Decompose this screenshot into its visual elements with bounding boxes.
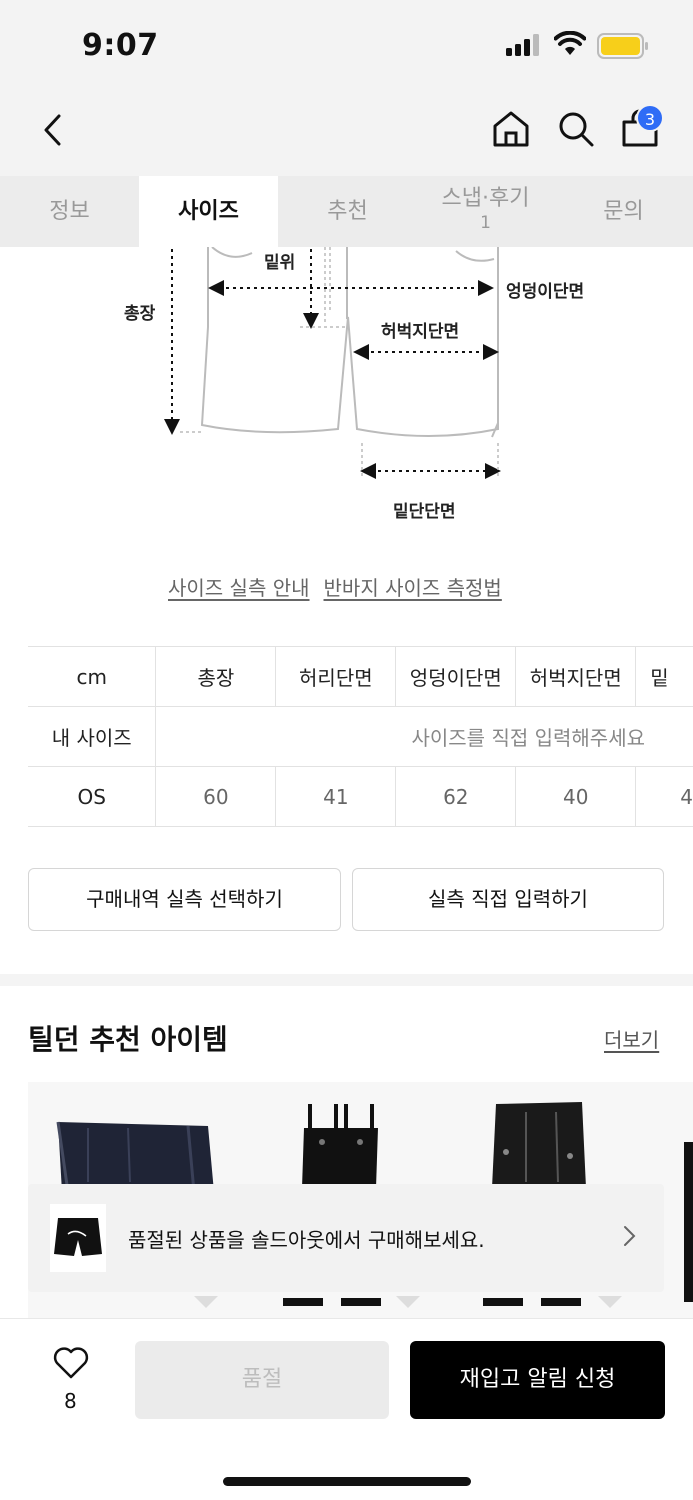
product-tabs: 정보 사이즈 추천 스냅·후기 1 문의 <box>0 176 693 247</box>
unit-header: cm <box>28 646 157 707</box>
label-rise: 밑위 <box>264 253 296 273</box>
soldout-banner[interactable]: 품절된 상품을 솔드아웃에서 구매해보세요. <box>28 1184 664 1292</box>
status-bar: 9:07 <box>0 0 693 90</box>
size-guide-links: 사이즈 실측 안내 반바지 사이즈 측정법 <box>168 572 502 601</box>
battery-icon <box>597 33 648 59</box>
product-image <box>684 1142 693 1302</box>
wifi-icon <box>554 31 586 55</box>
size-value: 62 <box>395 766 517 827</box>
column-header: 밑 <box>635 646 693 707</box>
cellular-signal-icon <box>506 34 539 56</box>
select-purchase-history-button[interactable]: 구매내역 실측 선택하기 <box>28 868 341 931</box>
top-nav: 3 <box>0 90 693 176</box>
heart-icon[interactable] <box>52 1345 90 1381</box>
my-size-row: 내 사이즈 사이즈를 직접 입력해주세요 <box>28 706 693 767</box>
product-image <box>194 1296 622 1308</box>
label-thigh: 허벅지단면 <box>381 322 460 342</box>
column-header: 엉덩이단면 <box>395 646 517 707</box>
size-diagram: 총장 밑위 엉덩이단면 허벅지단면 밑단단면 <box>0 247 693 547</box>
shorts-outline-illustration <box>164 247 501 479</box>
home-icon[interactable] <box>490 108 532 150</box>
soldout-message: 품절된 상품을 솔드아웃에서 구매해보세요. <box>128 1228 485 1252</box>
tab-snap-review[interactable]: 스냅·후기 1 <box>416 176 555 247</box>
soldout-button[interactable]: 품절 <box>135 1341 389 1419</box>
column-header: 총장 <box>155 646 277 707</box>
size-value: 41 <box>275 766 397 827</box>
back-arrow-icon[interactable] <box>34 110 74 150</box>
product-thumbnail <box>50 1204 106 1272</box>
tab-recommend[interactable]: 추천 <box>278 176 417 247</box>
label-hem: 밑단단면 <box>393 502 456 522</box>
my-size-label: 내 사이즈 <box>28 706 157 767</box>
size-value: 40 <box>515 766 637 827</box>
tab-info[interactable]: 정보 <box>0 176 139 247</box>
size-value: 4 <box>635 766 693 827</box>
search-icon[interactable] <box>555 108 597 150</box>
label-total-length: 총장 <box>124 304 156 324</box>
size-guide-link[interactable]: 사이즈 실측 안내 <box>168 576 310 600</box>
status-time: 9:07 <box>82 28 159 63</box>
section-divider <box>0 974 693 986</box>
recommend-title: 틸던 추천 아이템 <box>28 1023 228 1056</box>
home-indicator <box>223 1477 471 1486</box>
column-header: 허리단면 <box>275 646 397 707</box>
bottom-action-bar: 8 품절 재입고 알림 신청 <box>0 1318 693 1500</box>
column-header: 허벅지단면 <box>515 646 637 707</box>
size-name: OS <box>28 766 157 827</box>
size-value: 60 <box>155 766 277 827</box>
label-hip: 엉덩이단면 <box>506 282 585 302</box>
cart-count-badge: 3 <box>636 104 664 132</box>
table-header-row: cm 총장 허리단면 엉덩이단면 허벅지단면 밑 <box>28 646 693 707</box>
like-count: 8 <box>64 1389 77 1413</box>
restock-alert-button[interactable]: 재입고 알림 신청 <box>410 1341 665 1419</box>
measure-method-link[interactable]: 반바지 사이즈 측정법 <box>324 576 502 600</box>
chevron-right-icon <box>624 1226 636 1246</box>
review-count: 1 <box>480 213 491 233</box>
table-row: OS 60 41 62 40 4 <box>28 766 693 827</box>
tab-size[interactable]: 사이즈 <box>139 176 278 247</box>
tab-inquiry[interactable]: 문의 <box>554 176 693 247</box>
more-link[interactable]: 더보기 <box>604 1024 659 1053</box>
size-table: cm 총장 허리단면 엉덩이단면 허벅지단면 밑 내 사이즈 사이즈를 직접 입… <box>28 646 693 827</box>
my-size-input[interactable]: 사이즈를 직접 입력해주세요 <box>155 706 693 767</box>
manual-measure-button[interactable]: 실측 직접 입력하기 <box>352 868 664 931</box>
